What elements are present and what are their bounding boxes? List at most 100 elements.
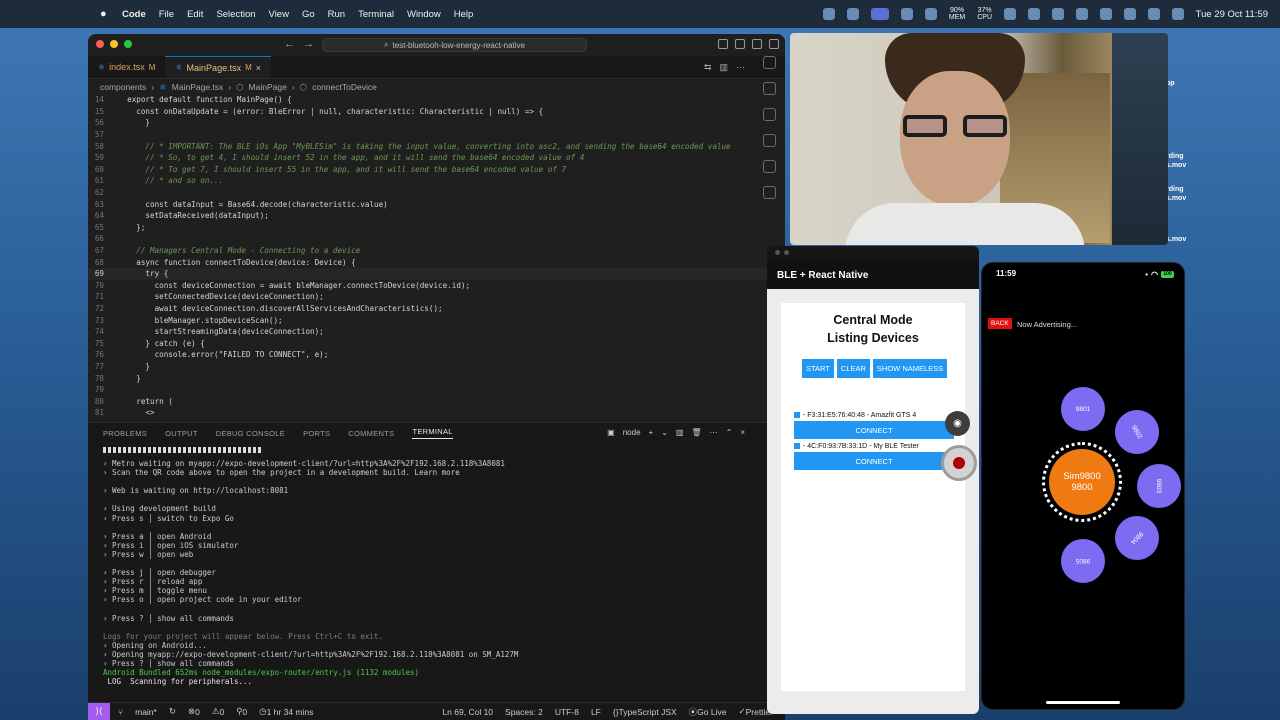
- tab-debug-console[interactable]: DEBUG CONSOLE: [216, 429, 285, 438]
- split-terminal-icon[interactable]: ▥: [676, 428, 684, 437]
- code-line[interactable]: 75 } catch (e) {: [88, 337, 785, 349]
- toggle-secondary-sidebar-icon[interactable]: [752, 39, 762, 49]
- close-panel-icon[interactable]: ×: [740, 428, 745, 437]
- record-button[interactable]: [941, 445, 977, 481]
- code-line[interactable]: 71 setConnectedDevice(deviceConnection);: [88, 291, 785, 303]
- code-line[interactable]: 69 try {: [88, 267, 785, 280]
- keyboard-icon[interactable]: [870, 8, 889, 20]
- breadcrumb-item[interactable]: components: [100, 82, 146, 92]
- code-line[interactable]: 57: [88, 129, 785, 141]
- add-terminal-icon[interactable]: +: [649, 428, 654, 437]
- code-line[interactable]: 77 }: [88, 361, 785, 373]
- git-branch[interactable]: main*: [135, 707, 157, 717]
- compare-icon[interactable]: ⇆: [704, 62, 712, 73]
- connect-button[interactable]: CONNECT: [794, 452, 954, 470]
- display-icon[interactable]: [1052, 8, 1064, 20]
- orbit-node[interactable]: 9805: [1061, 539, 1105, 583]
- code-line[interactable]: 63 const dataInput = Base64.decode(chara…: [88, 198, 785, 210]
- menu-selection[interactable]: Selection: [216, 9, 255, 20]
- encoding[interactable]: UTF-8: [555, 707, 579, 717]
- clock-icon[interactable]: [1028, 8, 1040, 20]
- menu-view[interactable]: View: [269, 9, 289, 20]
- more-actions-icon[interactable]: ⋯: [736, 62, 745, 73]
- go-live-button[interactable]: Go Live: [697, 707, 726, 717]
- code-line[interactable]: 68 async function connectToDevice(device…: [88, 256, 785, 268]
- breadcrumb-item[interactable]: MainPage.tsx: [172, 82, 224, 92]
- desktop-file-label[interactable]: s.mov: [1166, 236, 1186, 243]
- back-button[interactable]: BACK: [988, 318, 1012, 329]
- run-debug-icon[interactable]: [762, 134, 776, 147]
- window-dot[interactable]: [784, 250, 789, 255]
- orbit-node[interactable]: 9802: [1106, 401, 1168, 463]
- tab-mainpage[interactable]: ⚛ MainPage.tsx M ×: [165, 56, 272, 78]
- menu-go[interactable]: Go: [302, 9, 315, 20]
- orbit-node[interactable]: 9804: [1105, 506, 1169, 570]
- search-icon[interactable]: [762, 82, 776, 95]
- desktop-file-label[interactable]: s.mov: [1166, 162, 1186, 169]
- customize-layout-icon[interactable]: [769, 39, 779, 49]
- code-editor[interactable]: 14 export default function MainPage() {1…: [88, 94, 785, 452]
- more-actions-icon[interactable]: ⋯: [710, 428, 718, 437]
- close-window-button[interactable]: [96, 40, 104, 48]
- code-line[interactable]: 73 bleManager.stopDeviceScan();: [88, 314, 785, 326]
- code-line[interactable]: 60 // * To get 7, I should insert 55 in …: [88, 164, 785, 176]
- menu-run[interactable]: Run: [328, 9, 345, 20]
- cursor-position[interactable]: Ln 69, Col 10: [442, 707, 493, 717]
- code-line[interactable]: 79: [88, 384, 785, 396]
- tab-index[interactable]: ⚛ index.tsx M: [88, 56, 165, 78]
- play-icon[interactable]: [1004, 8, 1016, 20]
- tab-comments[interactable]: COMMENTS: [348, 429, 394, 438]
- extensions-icon[interactable]: [762, 160, 776, 173]
- trash-icon[interactable]: 🗑: [691, 428, 701, 437]
- apple-icon[interactable]: ●: [100, 8, 112, 20]
- command-center[interactable]: ⌕ test-bluetooh-low-energy-react-native: [322, 38, 587, 52]
- remote-icon[interactable]: ⟩⟨: [88, 702, 110, 720]
- control-center-icon[interactable]: [1172, 8, 1184, 20]
- menubar-datetime[interactable]: Tue 29 Oct 11:59: [1196, 9, 1268, 20]
- maximize-window-button[interactable]: [124, 40, 132, 48]
- clear-button[interactable]: CLEAR: [836, 359, 870, 378]
- sync-icon[interactable]: [846, 8, 859, 20]
- ports-count[interactable]: 0: [242, 707, 247, 717]
- code-line[interactable]: 67 // Managers Central Mode - Connecting…: [88, 245, 785, 257]
- center-node[interactable]: Sim9800 9800: [1049, 449, 1115, 515]
- terminal-name[interactable]: node: [623, 428, 641, 437]
- toggle-sidebar-icon[interactable]: [718, 39, 728, 49]
- code-line[interactable]: 14 export default function MainPage() {: [88, 94, 785, 106]
- maximize-panel-icon[interactable]: ⌃: [726, 428, 733, 437]
- menu-app-name[interactable]: Code: [122, 9, 146, 20]
- code-line[interactable]: 74 startStreamingData(deviceConnection);: [88, 326, 785, 338]
- code-line[interactable]: 59 // * So, to get 4, I should insert 52…: [88, 152, 785, 164]
- code-line[interactable]: 76 console.error("FAILED TO CONNECT", e)…: [88, 349, 785, 361]
- breadcrumb-item[interactable]: MainPage: [249, 82, 287, 92]
- home-indicator[interactable]: [1046, 701, 1120, 704]
- menu-window[interactable]: Window: [407, 9, 441, 20]
- close-tab-icon[interactable]: ×: [256, 63, 261, 73]
- code-line[interactable]: 64 setDataReceived(dataInput);: [88, 210, 785, 222]
- remote-explorer-icon[interactable]: [762, 186, 776, 199]
- tab-output[interactable]: OUTPUT: [165, 429, 198, 438]
- code-line[interactable]: 15 const onDataUpdate = (error: BleError…: [88, 106, 785, 118]
- code-line[interactable]: 72 await deviceConnection.discoverAllSer…: [88, 303, 785, 315]
- code-line[interactable]: 81 <>: [88, 407, 785, 419]
- tab-terminal[interactable]: TERMINAL: [412, 427, 453, 439]
- code-line[interactable]: 66: [88, 233, 785, 245]
- orbit-node[interactable]: 9801: [1061, 387, 1105, 431]
- show-nameless-button[interactable]: SHOW NAMELESS: [872, 359, 948, 378]
- record-icon[interactable]: [822, 8, 835, 20]
- media-icon[interactable]: [1100, 8, 1112, 20]
- toggle-panel-icon[interactable]: [735, 39, 745, 49]
- minimize-window-button[interactable]: [110, 40, 118, 48]
- code-line[interactable]: 78 }: [88, 372, 785, 384]
- line-ending[interactable]: LF: [591, 707, 601, 717]
- code-line[interactable]: 58 // * IMPORTANT: The BLE iOs App "MyBL…: [88, 140, 785, 152]
- desktop-file-label[interactable]: rding: [1166, 186, 1184, 193]
- tab-ports[interactable]: PORTS: [303, 429, 330, 438]
- split-editor-icon[interactable]: ▥: [719, 62, 728, 73]
- error-count[interactable]: 0: [195, 707, 200, 717]
- tab-problems[interactable]: PROBLEMS: [103, 429, 147, 438]
- code-line[interactable]: 65 };: [88, 222, 785, 234]
- start-button[interactable]: START: [802, 359, 834, 378]
- menu-terminal[interactable]: Terminal: [358, 9, 394, 20]
- explorer-icon[interactable]: [762, 56, 776, 69]
